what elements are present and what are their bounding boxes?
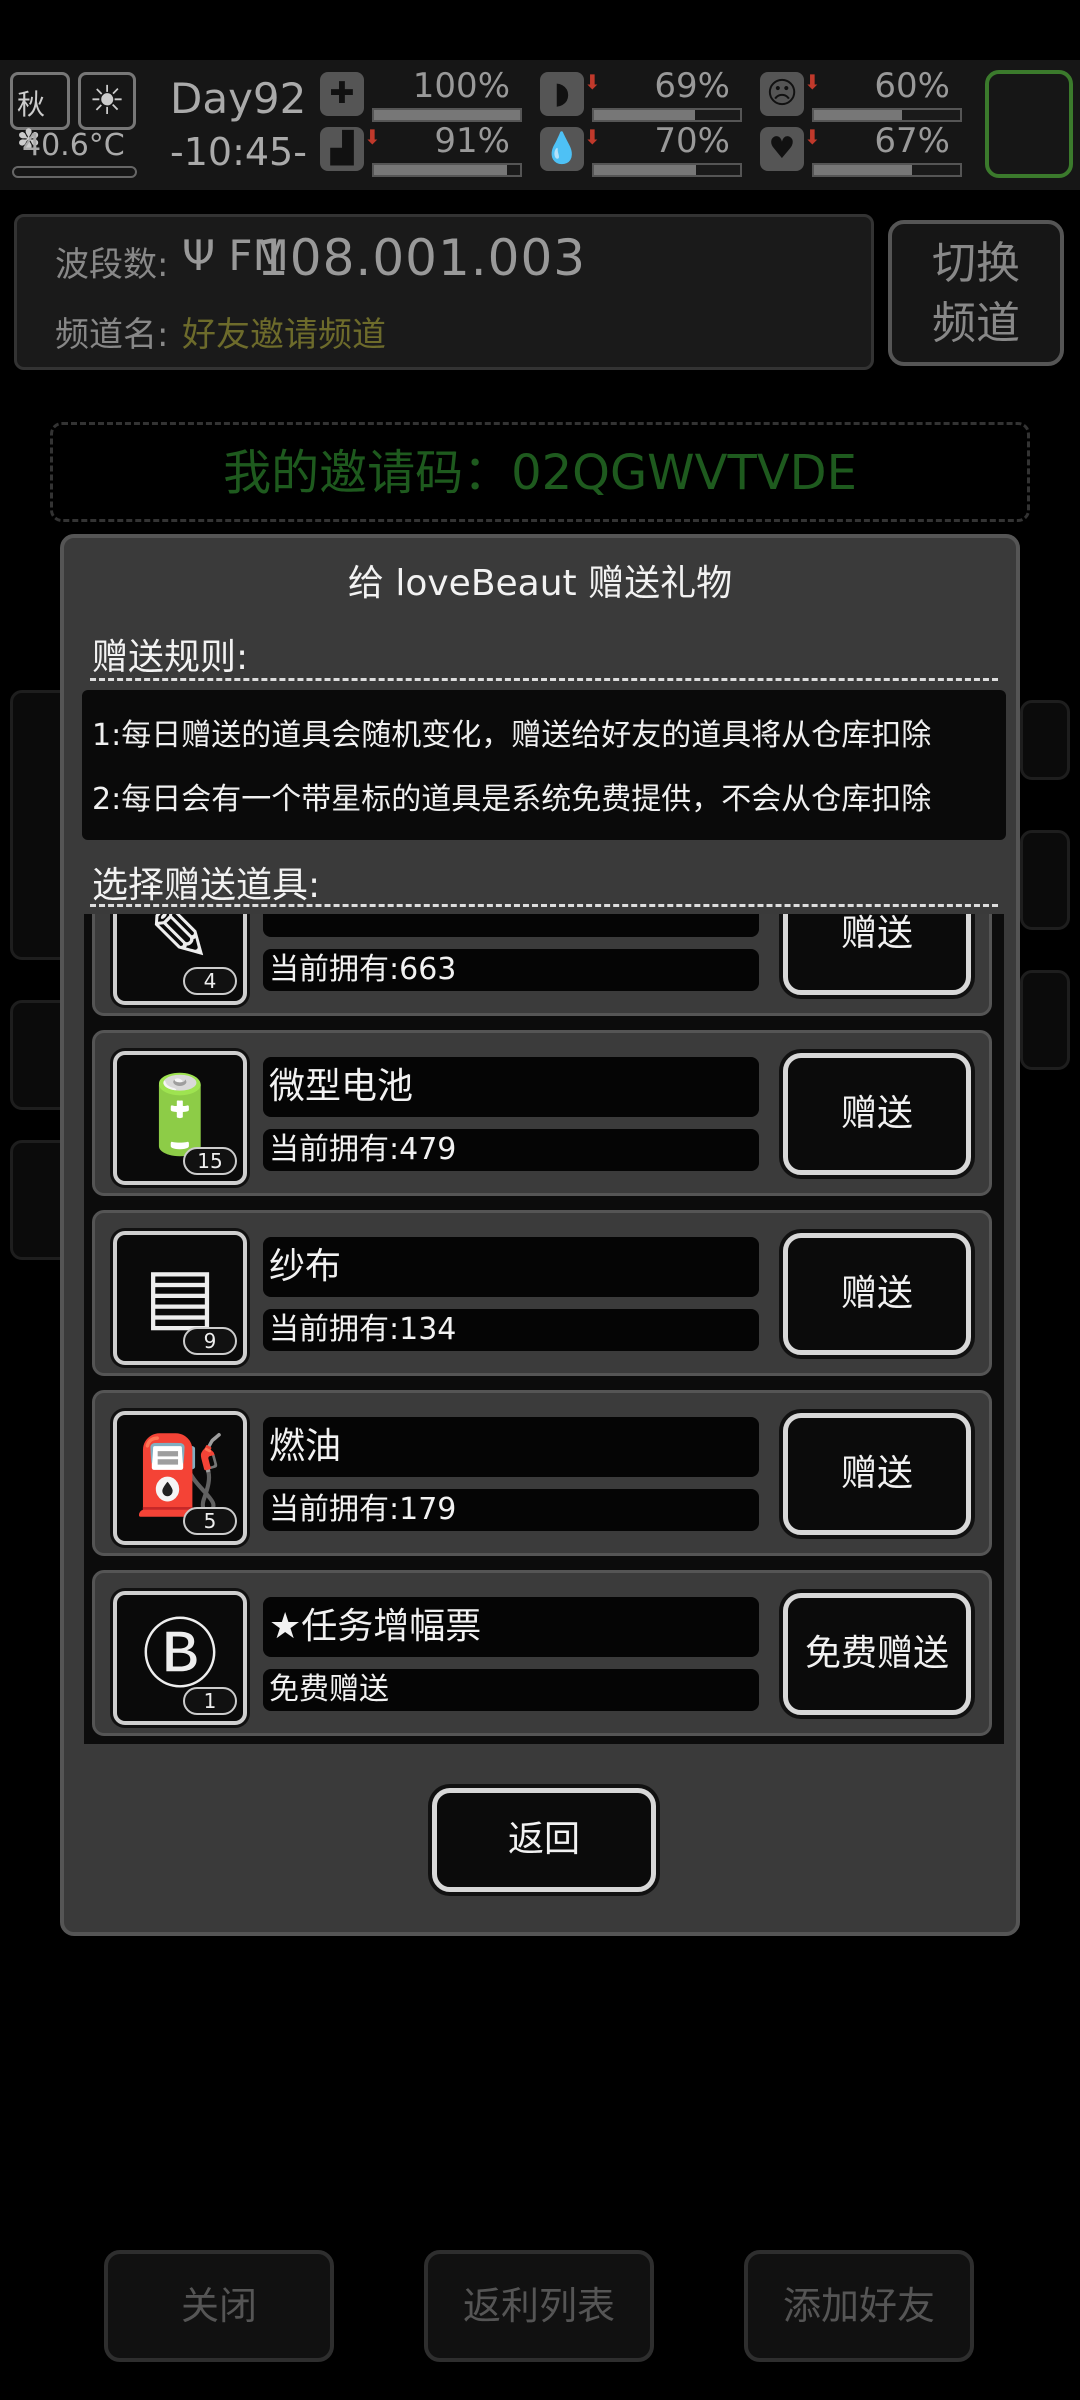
- background-panel: [1020, 700, 1070, 780]
- rules-heading: 赠送规则:: [92, 637, 249, 678]
- item-owned: 当前拥有:134: [263, 1309, 759, 1351]
- vital-stat: ✚ 100%: [320, 66, 522, 128]
- temperature-bar: [12, 166, 137, 178]
- rule-text: 1:每日赠送的道具会随机变化，赠送给好友的道具将从仓库扣除: [92, 718, 932, 753]
- stat-value: 60%: [874, 66, 950, 106]
- rules-box: 1:每日赠送的道具会随机变化，赠送给好友的道具将从仓库扣除 2:每日会有一个带星…: [82, 690, 1006, 840]
- down-arrow-icon: ⬇: [584, 125, 601, 149]
- back-button[interactable]: 返回: [432, 1788, 656, 1892]
- item-icon-frame: 🔋 15: [113, 1051, 247, 1185]
- stat-bar-fill: [594, 165, 697, 175]
- stat-bar: [592, 108, 742, 122]
- gift-button[interactable]: 赠送: [783, 1413, 971, 1535]
- stat-value: 70%: [654, 121, 730, 161]
- rebate-list-button[interactable]: 返利列表: [424, 2250, 654, 2362]
- stat-bar: [812, 163, 962, 177]
- vital-stat: 💧 ⬇ 70%: [540, 121, 742, 183]
- stat-bar-fill: [374, 165, 507, 175]
- gift-dialog: 给 loveBeaut 赠送礼物 赠送规则: 1:每日赠送的道具会随机变化，赠送…: [60, 534, 1020, 1936]
- item-count-badge: 1: [183, 1687, 237, 1715]
- gift-button[interactable]: 赠送: [783, 914, 971, 995]
- choose-heading: 选择赠送道具:: [92, 865, 321, 906]
- stat-bar: [372, 108, 522, 122]
- gift-item: ✎ 4 当前拥有:663 赠送: [92, 914, 992, 1016]
- switch-channel-button[interactable]: 切换频道: [888, 220, 1064, 366]
- heart-icon: ♥: [760, 127, 804, 171]
- item-name: 微型电池: [263, 1057, 759, 1117]
- channel-label: 频道名:: [55, 315, 169, 355]
- down-arrow-icon: ⬇: [804, 125, 821, 149]
- invite-code: 我的邀请码：02QGWVTVDE: [50, 422, 1030, 522]
- season-indicator: 秋✽: [10, 72, 70, 156]
- background-panel: [1020, 970, 1070, 1070]
- stat-value: 100%: [412, 66, 510, 106]
- leg-icon: ▟: [320, 127, 364, 171]
- item-count-badge: 4: [183, 967, 237, 995]
- item-name: 燃油: [263, 1417, 759, 1477]
- vital-stat: ☹ ⬇ 60%: [760, 66, 962, 128]
- divider: [90, 678, 998, 681]
- divider: [90, 904, 998, 907]
- radio-panel: 波段数: Ψ FM 108.001.003 频道名: 好友邀请频道: [14, 214, 874, 370]
- stat-bar-fill: [374, 110, 520, 120]
- item-icon-frame: ⛽ 5: [113, 1411, 247, 1545]
- item-owned: 当前拥有:663: [263, 949, 759, 991]
- item-icon-frame: Ⓑ 1: [113, 1591, 247, 1725]
- water-drop-icon: 💧: [540, 127, 584, 171]
- stat-bar: [812, 108, 962, 122]
- item-owned: 当前拥有:479: [263, 1129, 759, 1171]
- mood-icon: ☹: [760, 72, 804, 116]
- vital-stat: ◗ ⬇ 69%: [540, 66, 742, 128]
- gift-button[interactable]: 赠送: [783, 1233, 971, 1355]
- item-owned: 当前拥有:179: [263, 1489, 759, 1531]
- item-owned: 免费赠送: [263, 1669, 759, 1711]
- item-name: 纱布: [263, 1237, 759, 1297]
- stat-bar: [592, 163, 742, 177]
- stat-value: 67%: [874, 121, 950, 161]
- item-count-badge: 5: [183, 1507, 237, 1535]
- down-arrow-icon: ⬇: [584, 70, 601, 94]
- status-bar: 秋✽ ☀ 40.6°C Day92 -10:45- ✚ 100% ◗ ⬇ 69% ☹ ⬇ 60…: [0, 60, 1080, 190]
- rule-text: 2:每日会有一个带星标的道具是系统免费提供，不会从仓库扣除: [92, 782, 932, 817]
- down-arrow-icon: ⬇: [804, 70, 821, 94]
- gift-button[interactable]: 赠送: [783, 1053, 971, 1175]
- stat-value: 91%: [434, 121, 510, 161]
- gift-item: ▤ 9 纱布当前拥有:134 赠送: [92, 1210, 992, 1376]
- day-counter: Day92: [170, 74, 307, 123]
- add-friend-button[interactable]: 添加好友: [744, 2250, 974, 2362]
- item-icon-frame: ▤ 9: [113, 1231, 247, 1365]
- vital-stat: ▟ ⬇ 91%: [320, 121, 522, 183]
- item-name: ★任务增幅票: [263, 1597, 759, 1657]
- item-icon-frame: ✎ 4: [113, 914, 247, 1005]
- stat-bar-fill: [814, 165, 912, 175]
- switch-channel-label: 切换频道: [932, 238, 1020, 349]
- temperature: 40.6°C: [22, 128, 125, 163]
- gift-item: Ⓑ 1 ★任务增幅票 免费赠送 免费赠送: [92, 1570, 992, 1736]
- close-button[interactable]: 关闭: [104, 2250, 334, 2362]
- sun-icon: ☀: [78, 72, 136, 130]
- stat-bar-fill: [594, 110, 695, 120]
- channel-name: 好友邀请频道: [182, 315, 386, 355]
- vital-stat: ♥ ⬇ 67%: [760, 121, 962, 183]
- stat-bar-fill: [814, 110, 902, 120]
- down-arrow-icon: ⬇: [364, 125, 381, 149]
- stat-value: 69%: [654, 66, 730, 106]
- item-count-badge: 15: [183, 1147, 237, 1175]
- band-label: 波段数:: [55, 245, 169, 285]
- gift-button[interactable]: 免费赠送: [783, 1593, 971, 1715]
- stomach-icon: ◗: [540, 72, 584, 116]
- item-name: [263, 914, 759, 937]
- gift-item: ⛽ 5 燃油当前拥有:179 赠送: [92, 1390, 992, 1556]
- season-label: 秋: [17, 88, 46, 121]
- stat-bar: [372, 163, 522, 177]
- gift-item-list[interactable]: ✎ 4 当前拥有:663 赠送 🔋 15 微型电池当前拥有:479 赠送 ▤ 9 纱布当前拥有:13…: [84, 914, 1004, 1744]
- clock: -10:45-: [170, 130, 307, 174]
- frequency: 108.001.003: [257, 229, 587, 287]
- dialog-title: 给 loveBeaut 赠送礼物: [347, 563, 733, 604]
- medkit-icon: ✚: [320, 72, 364, 116]
- background-panel: [1020, 830, 1070, 930]
- gift-item: 🔋 15 微型电池当前拥有:479 赠送: [92, 1030, 992, 1196]
- inventory-slot[interactable]: [985, 70, 1073, 178]
- item-count-badge: 9: [183, 1327, 237, 1355]
